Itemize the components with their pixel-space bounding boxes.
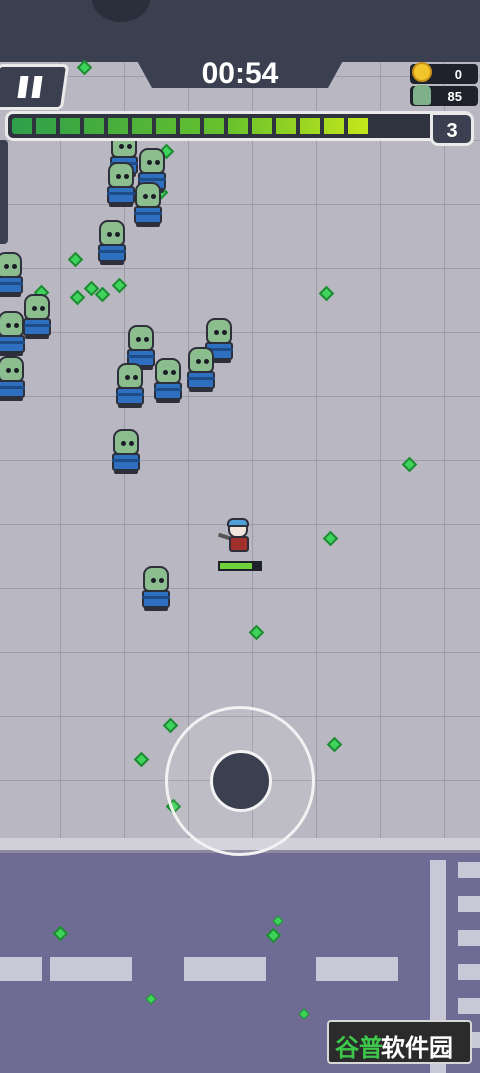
game-viewport[interactable]: 00:54 0 85 3 谷普 软件园 xyxy=(0,0,480,1073)
player-cap xyxy=(227,518,249,527)
player-character xyxy=(217,518,258,560)
coin-counter: 0 xyxy=(410,62,478,84)
crosswalk-stripe xyxy=(458,930,480,946)
xp-progress-fill xyxy=(12,118,373,134)
zombie-enemy xyxy=(131,182,165,228)
zombie-enemy xyxy=(113,363,147,409)
zombie-enemy xyxy=(109,429,143,475)
watermark-text-b: 软件园 xyxy=(381,1035,453,1062)
pause-button[interactable] xyxy=(0,64,70,110)
coin-icon xyxy=(412,62,432,82)
lane-marking xyxy=(0,957,42,981)
zombie-enemy xyxy=(184,347,218,393)
zombie-enemy xyxy=(95,220,129,266)
player-body xyxy=(229,536,249,552)
level-badge: 3 xyxy=(430,112,474,146)
zombie-enemy xyxy=(139,566,173,612)
lane-marking xyxy=(184,957,266,981)
lane-marking xyxy=(316,957,398,981)
crosswalk-stripe xyxy=(458,998,480,1014)
lane-marking xyxy=(50,957,132,981)
crosswalk-stripe xyxy=(458,896,480,912)
pause-icon xyxy=(31,76,43,98)
player-health-bar xyxy=(218,561,262,571)
coin-count: 0 xyxy=(454,67,462,82)
zombie-enemy xyxy=(0,356,28,402)
joystick-knob[interactable] xyxy=(210,750,272,812)
player-health-fill xyxy=(220,563,252,569)
kill-counter: 85 xyxy=(410,85,478,106)
zombie-enemy xyxy=(151,358,185,404)
watermark-logo: 谷普 软件园 xyxy=(327,1020,472,1064)
crosswalk-stripe xyxy=(458,964,480,980)
pause-icon xyxy=(17,76,29,98)
side-panel-tab[interactable] xyxy=(0,140,8,244)
crosswalk-stripe xyxy=(458,862,480,878)
survival-timer: 00:54 xyxy=(201,57,279,90)
zombie-enemy xyxy=(0,252,26,298)
zombie-kill-icon xyxy=(413,85,431,105)
xp-progress-bar xyxy=(5,111,473,141)
kill-count: 85 xyxy=(447,89,462,104)
zombie-enemy xyxy=(0,311,28,357)
watermark-text-a: 谷普 xyxy=(335,1035,383,1062)
